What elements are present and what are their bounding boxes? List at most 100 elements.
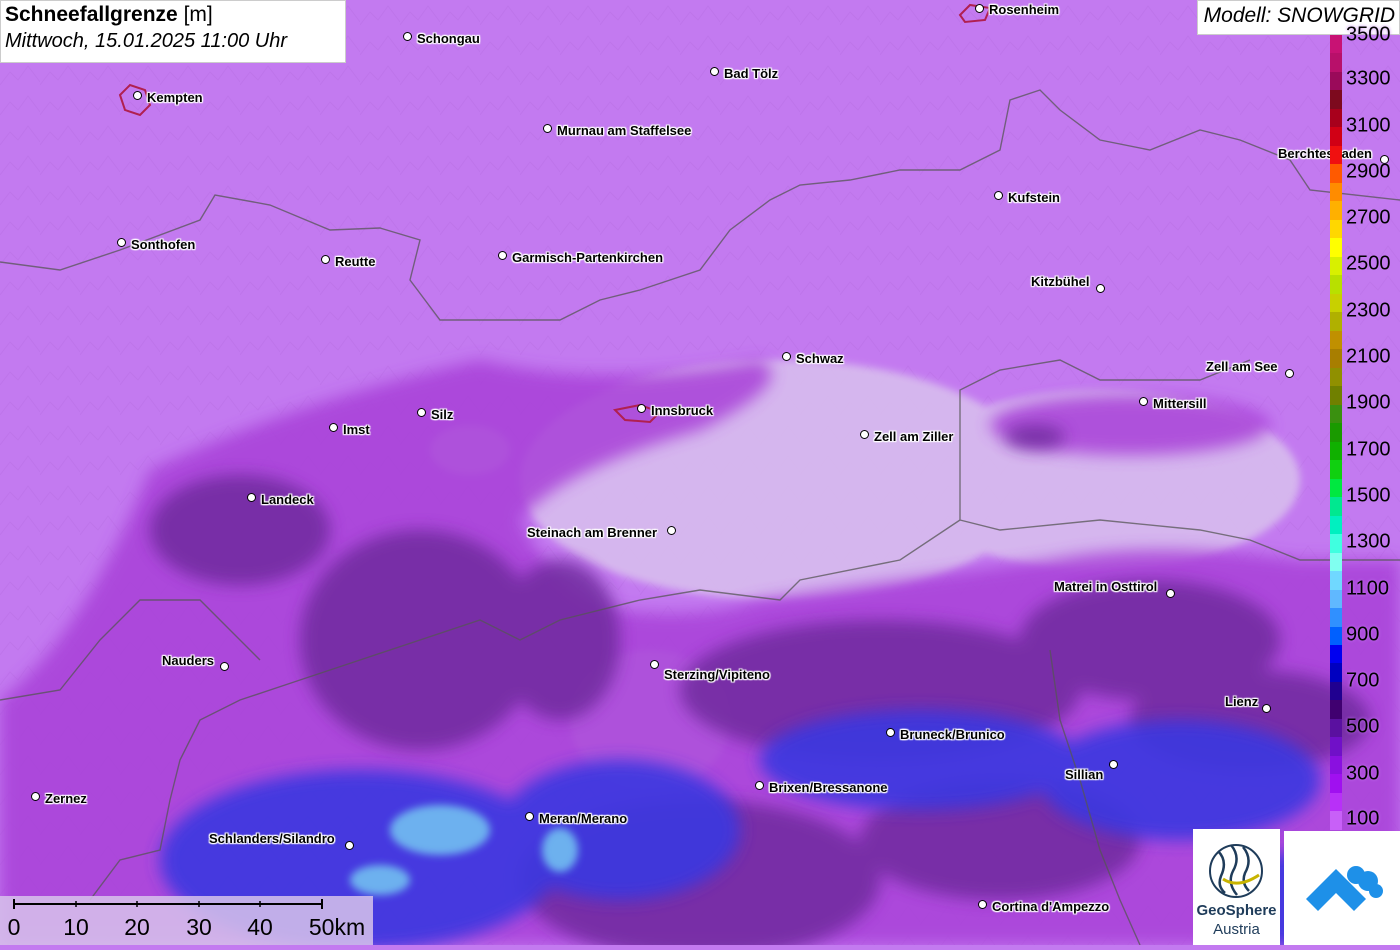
legend-color-segment: [1330, 478, 1342, 498]
city-marker-dot: [667, 526, 676, 535]
legend-color-segment: [1330, 737, 1342, 756]
city-label[interactable]: Murnau am Staffelsee: [557, 123, 691, 138]
legend-color-segment: [1330, 35, 1342, 54]
scale-tick-label: 40: [247, 914, 273, 940]
legend-color-segment: [1330, 608, 1342, 627]
color-legend: 3500 3300 3100 2900 2700 2500 2300 2100 1900 1700…: [1330, 24, 1400, 830]
legend-color-segment: [1330, 367, 1342, 387]
city-label[interactable]: Kufstein: [1008, 190, 1060, 205]
logo-name: GeoSphere: [1196, 902, 1277, 919]
city-label[interactable]: Reutte: [335, 254, 375, 269]
legend-label: 2300: [1346, 299, 1391, 322]
city-label[interactable]: Kitzbühel: [1031, 274, 1090, 289]
legend-color-segment: [1330, 441, 1342, 461]
city-label[interactable]: Sonthofen: [131, 237, 195, 252]
legend-color-segment: [1330, 201, 1342, 220]
legend-color-segment: [1330, 663, 1342, 682]
legend-color-segment: [1330, 644, 1342, 664]
snowfall-line-map[interactable]: [0, 0, 1400, 945]
legend-color-segment: [1330, 108, 1342, 128]
legend-label: 900: [1346, 623, 1380, 646]
city-label[interactable]: Landeck: [261, 492, 314, 507]
city-marker-dot: [220, 662, 229, 671]
city-marker-dot: [31, 792, 40, 801]
legend-label: 2900: [1346, 160, 1391, 183]
city-label[interactable]: Rosenheim: [989, 2, 1059, 17]
city-label[interactable]: Lienz: [1225, 694, 1258, 709]
legend-color-segment: [1330, 497, 1342, 516]
legend-color-segment: [1330, 700, 1342, 719]
legend-color-segment: [1330, 515, 1342, 535]
city-label[interactable]: Garmisch-Partenkirchen: [512, 250, 663, 265]
city-marker-dot: [975, 4, 984, 13]
city-label[interactable]: Imst: [343, 422, 370, 437]
legend-color-segment: [1330, 275, 1342, 294]
legend-color-segment: [1330, 571, 1342, 590]
city-marker-dot: [1166, 589, 1175, 598]
city-marker-dot: [1096, 284, 1105, 293]
city-label[interactable]: Steinach am Brenner: [527, 525, 657, 540]
map-title: Schneefallgrenze [m]: [5, 3, 341, 27]
city-marker-dot: [1109, 760, 1118, 769]
city-marker-dot: [886, 728, 895, 737]
city-marker-dot: [755, 781, 764, 790]
legend-color-segment: [1330, 811, 1342, 830]
app-logo[interactable]: [1284, 831, 1400, 945]
city-label[interactable]: Meran/Merano: [539, 811, 627, 826]
scale-tick-label: 30: [186, 914, 212, 940]
city-marker-dot: [1285, 369, 1294, 378]
city-label[interactable]: Nauders: [162, 653, 214, 668]
legend-color-segment: [1330, 460, 1342, 479]
city-marker-dot: [117, 238, 126, 247]
city-label[interactable]: Silz: [431, 407, 453, 422]
city-marker-dot: [525, 812, 534, 821]
legend-label: 1100: [1346, 577, 1390, 600]
city-label[interactable]: Zell am See: [1206, 359, 1278, 374]
city-marker-dot: [1139, 397, 1148, 406]
geosphere-logo[interactable]: GeoSphere Austria: [1193, 829, 1280, 945]
city-label[interactable]: Sterzing/Vipiteno: [664, 667, 770, 682]
city-label[interactable]: Innsbruck: [651, 403, 713, 418]
city-label[interactable]: Matrei in Osttirol: [1054, 579, 1157, 594]
city-label[interactable]: Schongau: [417, 31, 480, 46]
city-label[interactable]: Schwaz: [796, 351, 844, 366]
city-marker-dot: [498, 251, 507, 260]
map-datetime: Mittwoch, 15.01.2025 11:00 Uhr: [5, 30, 288, 52]
city-label[interactable]: Sillian: [1065, 767, 1103, 782]
legend-color-segment: [1330, 312, 1342, 331]
legend-color-segment: [1330, 293, 1342, 313]
legend-label: 2700: [1346, 206, 1391, 229]
city-label[interactable]: Zell am Ziller: [874, 429, 953, 444]
legend-color-segment: [1330, 219, 1342, 239]
legend-color-segment: [1330, 256, 1342, 276]
city-marker-dot: [133, 91, 142, 100]
city-label[interactable]: Schlanders/Silandro: [209, 831, 335, 846]
legend-color-segment: [1330, 534, 1342, 553]
scale-tick-label: 0: [7, 914, 21, 940]
city-label[interactable]: Brixen/Bressanone: [769, 780, 888, 795]
city-marker-dot: [403, 32, 412, 41]
city-label[interactable]: Zernez: [45, 791, 87, 806]
legend-color-segment: [1330, 681, 1342, 701]
city-label[interactable]: Bruneck/Brunico: [900, 727, 1005, 742]
map-title-box: Schneefallgrenze [m] Mittwoch, 15.01.202…: [0, 0, 346, 63]
city-label[interactable]: Kempten: [147, 90, 203, 105]
legend-color-segment: [1330, 626, 1342, 645]
city-marker-dot: [321, 255, 330, 264]
city-label[interactable]: Cortina d'Ampezzo: [992, 899, 1109, 914]
city-label[interactable]: Bad Tölz: [724, 66, 778, 81]
legend-label: 1700: [1346, 438, 1391, 461]
city-label[interactable]: Mittersill: [1153, 396, 1206, 411]
legend-color-segment: [1330, 349, 1342, 368]
legend-color-segment: [1330, 792, 1342, 812]
legend-color-segment: [1330, 238, 1342, 257]
legend-label: 100: [1346, 807, 1380, 830]
legend-color-segment: [1330, 145, 1342, 165]
city-marker-dot: [637, 404, 646, 413]
city-marker-dot: [710, 67, 719, 76]
legend-color-segment: [1330, 423, 1342, 442]
city-marker-dot: [860, 430, 869, 439]
legend-label: 1300: [1346, 530, 1391, 553]
title-unit: [m]: [183, 3, 213, 26]
legend-color-segment: [1330, 718, 1342, 738]
